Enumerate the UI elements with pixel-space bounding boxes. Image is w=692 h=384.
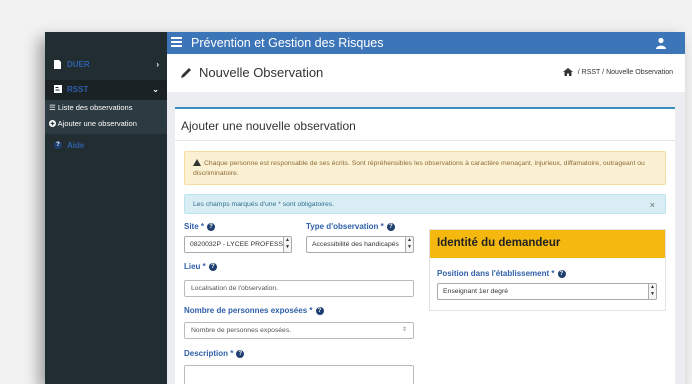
- sidebar-item-aide[interactable]: ? Aide: [45, 141, 167, 155]
- user-icon[interactable]: [655, 37, 667, 49]
- lieu-input[interactable]: Localisation de l'observation.: [184, 280, 414, 297]
- sidebar: DUER › RSST ⌄ ☰ Liste des observations A…: [45, 32, 167, 384]
- app-title: Prévention et Gestion des Risques: [191, 36, 384, 50]
- warning-alert: Chaque personne est responsable de ses é…: [184, 151, 666, 185]
- site-label: Site *?: [184, 222, 216, 231]
- breadcrumb: / RSST / Nouvelle Observation: [562, 68, 673, 76]
- file-icon: [54, 60, 61, 69]
- breadcrumb-current: Nouvelle Observation: [606, 68, 673, 76]
- chevron-down-icon: ⌄: [152, 85, 159, 94]
- main-content: Nouvelle Observation / RSST / Nouvelle O…: [167, 54, 685, 384]
- select-arrow-icon: ▲ ▼: [283, 237, 291, 252]
- help-icon[interactable]: ?: [315, 306, 324, 315]
- menu-toggle-icon[interactable]: [171, 37, 182, 48]
- help-icon[interactable]: ?: [557, 269, 566, 278]
- observation-card: Ajouter une nouvelle observation Chaque …: [175, 107, 675, 384]
- sidebar-item-label: RSST: [67, 85, 89, 94]
- sidebar-item-duer[interactable]: DUER ›: [45, 60, 167, 74]
- home-icon[interactable]: [562, 68, 573, 76]
- site-select[interactable]: 0820032P - LYCEE PROFESS ▲ ▼: [184, 236, 292, 253]
- nb-input[interactable]: Nombre de personnes exposées. ⇕: [184, 322, 414, 339]
- identity-panel: Identité du demandeur Position dans l'ét…: [429, 229, 666, 311]
- chevron-right-icon: ›: [156, 60, 159, 69]
- help-icon[interactable]: ?: [386, 222, 395, 231]
- description-label: Description *?: [184, 349, 245, 358]
- card-divider: [175, 140, 675, 141]
- nb-label: Nombre de personnes exposées *?: [184, 306, 324, 315]
- app-window: Prévention et Gestion des Risques DUER ›…: [45, 32, 685, 384]
- page-header: Nouvelle Observation / RSST / Nouvelle O…: [167, 54, 685, 92]
- question-circle-icon: ?: [54, 141, 62, 149]
- lieu-label: Lieu *?: [184, 262, 217, 271]
- help-icon[interactable]: ?: [207, 222, 216, 231]
- id-card-icon: [54, 85, 62, 93]
- sidebar-subitem-liste[interactable]: ☰ Liste des observations: [49, 103, 132, 112]
- help-icon[interactable]: ?: [236, 349, 245, 358]
- warning-icon: [193, 159, 201, 166]
- sidebar-item-label: Aide: [67, 141, 85, 150]
- sidebar-subitem-ajouter[interactable]: Ajouter une observation: [49, 119, 137, 128]
- rsst-submenu: ☰ Liste des observations Ajouter une obs…: [45, 100, 167, 134]
- identity-header: Identité du demandeur: [430, 230, 665, 258]
- plus-circle-icon: [49, 120, 56, 127]
- select-arrow-icon: ▲ ▼: [405, 237, 413, 252]
- card-title: Ajouter une nouvelle observation: [181, 119, 356, 133]
- select-arrow-icon: ▲ ▼: [648, 284, 656, 299]
- info-alert: Les champs marqués d'une * sont obligato…: [184, 194, 666, 214]
- list-icon: ☰: [49, 103, 56, 112]
- close-icon[interactable]: ×: [650, 200, 655, 210]
- type-label: Type d'observation *?: [306, 222, 395, 231]
- position-label: Position dans l'établissement *?: [437, 269, 566, 278]
- pencil-icon: [181, 68, 191, 78]
- breadcrumb-rsst[interactable]: RSST: [582, 69, 601, 76]
- help-icon[interactable]: ?: [208, 262, 217, 271]
- stepper-icon[interactable]: ⇕: [402, 326, 407, 333]
- position-select[interactable]: Enseignant 1er degré ▲ ▼: [437, 283, 657, 300]
- identity-title: Identité du demandeur: [437, 237, 561, 249]
- page-title: Nouvelle Observation: [199, 65, 324, 80]
- description-textarea[interactable]: [184, 365, 414, 384]
- sidebar-item-rsst-label[interactable]: RSST ⌄: [45, 85, 167, 99]
- type-select[interactable]: Accessibilité des handicapés ▲ ▼: [306, 236, 414, 253]
- sidebar-item-label: DUER: [67, 60, 90, 69]
